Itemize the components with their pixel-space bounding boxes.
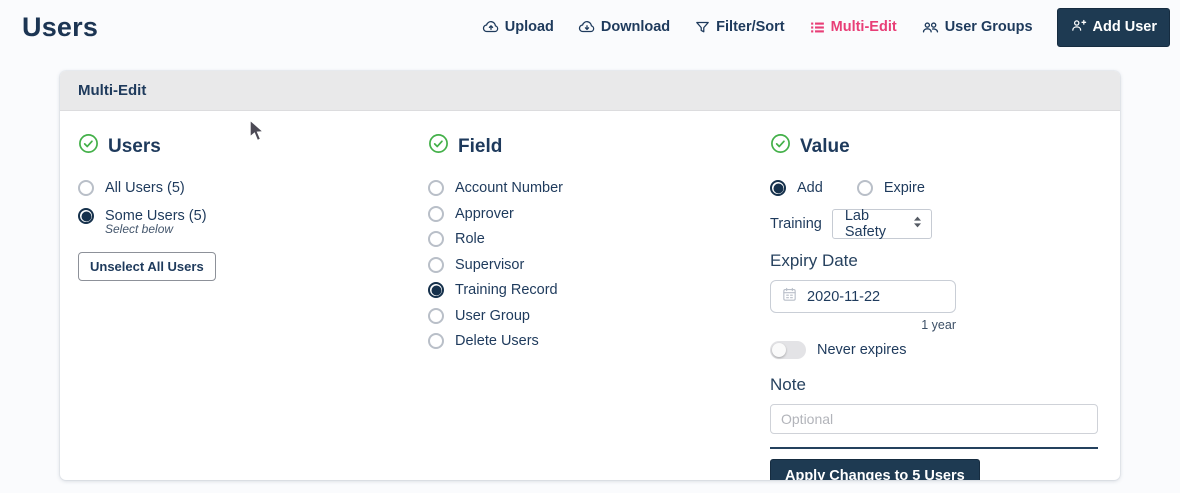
radio-circle bbox=[78, 180, 94, 196]
training-row: Training Lab Safety bbox=[770, 209, 1102, 239]
field-column: Field Account Number Approver Role Super… bbox=[428, 127, 770, 480]
toolbar-item-label: Upload bbox=[505, 19, 554, 35]
radio-circle bbox=[770, 180, 786, 196]
radio-supervisor[interactable]: Supervisor bbox=[428, 257, 770, 273]
never-expires-label: Never expires bbox=[817, 342, 906, 358]
page-title: Users bbox=[22, 12, 98, 43]
toolbar-item-label: User Groups bbox=[945, 19, 1033, 35]
radio-user-group[interactable]: User Group bbox=[428, 308, 770, 324]
value-section-heading: Value bbox=[770, 133, 1102, 160]
value-heading-label: Value bbox=[800, 136, 850, 158]
radio-add[interactable]: Add bbox=[770, 180, 823, 196]
radio-circle bbox=[428, 206, 444, 222]
add-user-label: Add User bbox=[1093, 19, 1157, 35]
radio-circle bbox=[428, 180, 444, 196]
expiry-date-value: 2020-11-22 bbox=[807, 289, 880, 305]
app-header: Users Upload Download bbox=[0, 0, 1180, 48]
radio-account-number[interactable]: Account Number bbox=[428, 180, 770, 196]
toggle-knob bbox=[772, 343, 786, 357]
users-heading-label: Users bbox=[108, 136, 161, 158]
users-section-heading: Users bbox=[78, 133, 428, 160]
mode-radio-group: Add Expire bbox=[770, 180, 1102, 196]
person-add-icon bbox=[1070, 17, 1087, 38]
radio-delete-users[interactable]: Delete Users bbox=[428, 333, 770, 349]
panel-header: Multi-Edit bbox=[60, 71, 1120, 111]
radio-training-record[interactable]: Training Record bbox=[428, 282, 770, 298]
calendar-icon bbox=[781, 286, 798, 308]
multi-edit-panel: Multi-Edit Users All Users (5) Some User… bbox=[60, 71, 1120, 480]
expiry-date-input[interactable]: 2020-11-22 bbox=[770, 280, 956, 313]
radio-circle bbox=[857, 180, 873, 196]
funnel-icon bbox=[694, 19, 711, 36]
toolbar-item-upload[interactable]: Upload bbox=[482, 18, 554, 36]
unselect-all-users-button[interactable]: Unselect All Users bbox=[78, 252, 216, 281]
never-expires-toggle[interactable] bbox=[770, 341, 806, 359]
training-select[interactable]: Lab Safety bbox=[832, 209, 932, 239]
radio-all-users[interactable]: All Users (5) bbox=[78, 180, 428, 196]
never-expires-row: Never expires bbox=[770, 341, 1102, 359]
select-arrows-icon bbox=[912, 215, 923, 233]
toolbar-item-download[interactable]: Download bbox=[578, 18, 670, 36]
users-column: Users All Users (5) Some Users (5) Selec… bbox=[78, 127, 428, 480]
note-input[interactable] bbox=[770, 404, 1098, 434]
list-icon bbox=[809, 19, 826, 36]
toolbar-item-label: Filter/Sort bbox=[716, 19, 784, 35]
radio-circle bbox=[428, 257, 444, 273]
radio-expire[interactable]: Expire bbox=[857, 180, 925, 196]
select-below-hint: Select below bbox=[105, 222, 428, 236]
note-divider bbox=[770, 447, 1098, 449]
toolbar: Upload Download Filter/Sort bbox=[482, 8, 1170, 47]
toolbar-item-user-groups[interactable]: User Groups bbox=[921, 18, 1033, 37]
toolbar-item-label: Multi-Edit bbox=[831, 19, 897, 35]
add-user-button[interactable]: Add User bbox=[1057, 8, 1170, 47]
training-label: Training bbox=[770, 216, 822, 232]
check-circle-icon bbox=[428, 133, 449, 160]
panel-body: Users All Users (5) Some Users (5) Selec… bbox=[60, 111, 1120, 480]
radio-circle bbox=[428, 231, 444, 247]
cloud-download-icon bbox=[578, 18, 596, 36]
value-column: Value Add Expire Training Lab Safety bbox=[770, 127, 1102, 480]
expiry-date-heading: Expiry Date bbox=[770, 251, 1102, 271]
field-heading-label: Field bbox=[458, 136, 502, 158]
radio-circle bbox=[428, 333, 444, 349]
training-select-value: Lab Safety bbox=[845, 208, 904, 240]
field-section-heading: Field bbox=[428, 133, 770, 160]
check-circle-icon bbox=[770, 133, 791, 160]
radio-approver[interactable]: Approver bbox=[428, 206, 770, 222]
panel-title: Multi-Edit bbox=[78, 82, 146, 99]
note-heading: Note bbox=[770, 375, 1102, 395]
apply-changes-button[interactable]: Apply Changes to 5 Users bbox=[770, 459, 980, 480]
cloud-upload-icon bbox=[482, 18, 500, 36]
expiry-duration-hint: 1 year bbox=[770, 318, 956, 332]
radio-circle bbox=[428, 282, 444, 298]
toolbar-item-label: Download bbox=[601, 19, 670, 35]
radio-role[interactable]: Role bbox=[428, 231, 770, 247]
toolbar-item-multi-edit[interactable]: Multi-Edit bbox=[809, 19, 897, 36]
toolbar-item-filter-sort[interactable]: Filter/Sort bbox=[694, 19, 784, 36]
radio-circle bbox=[78, 208, 94, 224]
people-icon bbox=[921, 18, 940, 37]
radio-circle bbox=[428, 308, 444, 324]
check-circle-icon bbox=[78, 133, 99, 160]
